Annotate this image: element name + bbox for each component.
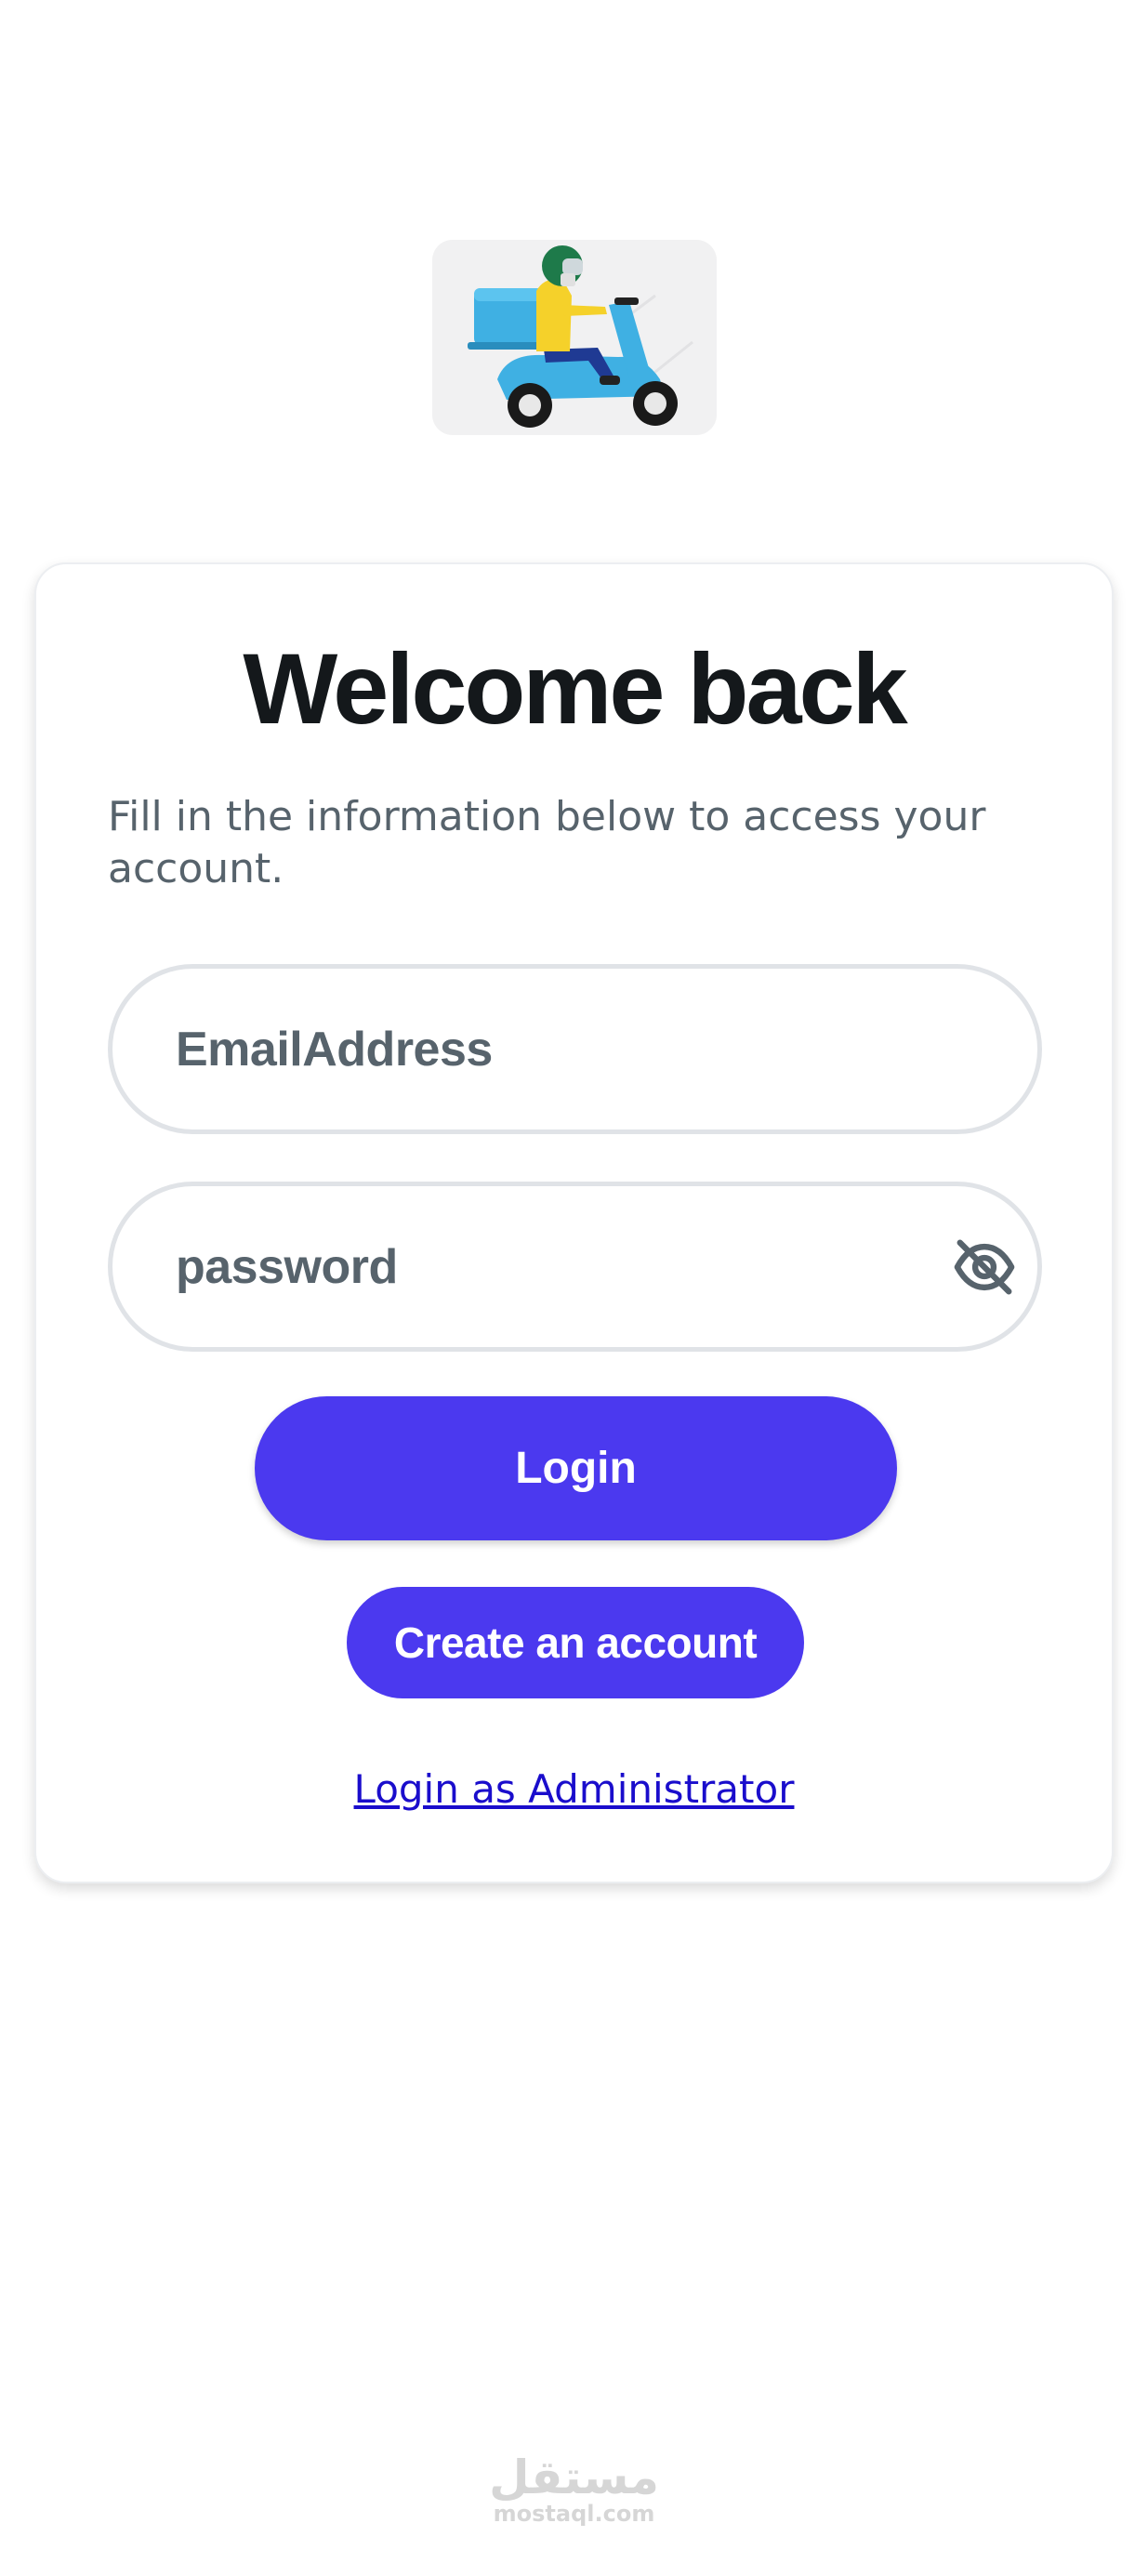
- page-title: Welcome back: [243, 632, 907, 745]
- password-placeholder: password: [176, 1239, 398, 1294]
- page-subtitle: Fill in the information below to access …: [108, 793, 986, 892]
- login-card: Welcome back Fill in the information bel…: [34, 562, 1114, 1883]
- app-logo: [432, 240, 717, 435]
- email-placeholder: EmailAddress: [176, 1022, 493, 1077]
- watermark-arabic: مستقل: [489, 2451, 659, 2504]
- admin-login-link[interactable]: Login as Administrator: [36, 1766, 1112, 1812]
- watermark-latin: mostaql.com: [493, 2501, 655, 2527]
- login-button[interactable]: Login: [255, 1396, 897, 1540]
- create-account-button[interactable]: Create an account: [347, 1587, 804, 1698]
- eye-off-icon[interactable]: [952, 1235, 1017, 1300]
- password-field[interactable]: password: [108, 1182, 1042, 1352]
- email-field[interactable]: EmailAddress: [108, 964, 1042, 1134]
- delivery-scooter-icon: [432, 240, 717, 435]
- watermark: مستقل mostaql.com: [0, 2454, 1148, 2528]
